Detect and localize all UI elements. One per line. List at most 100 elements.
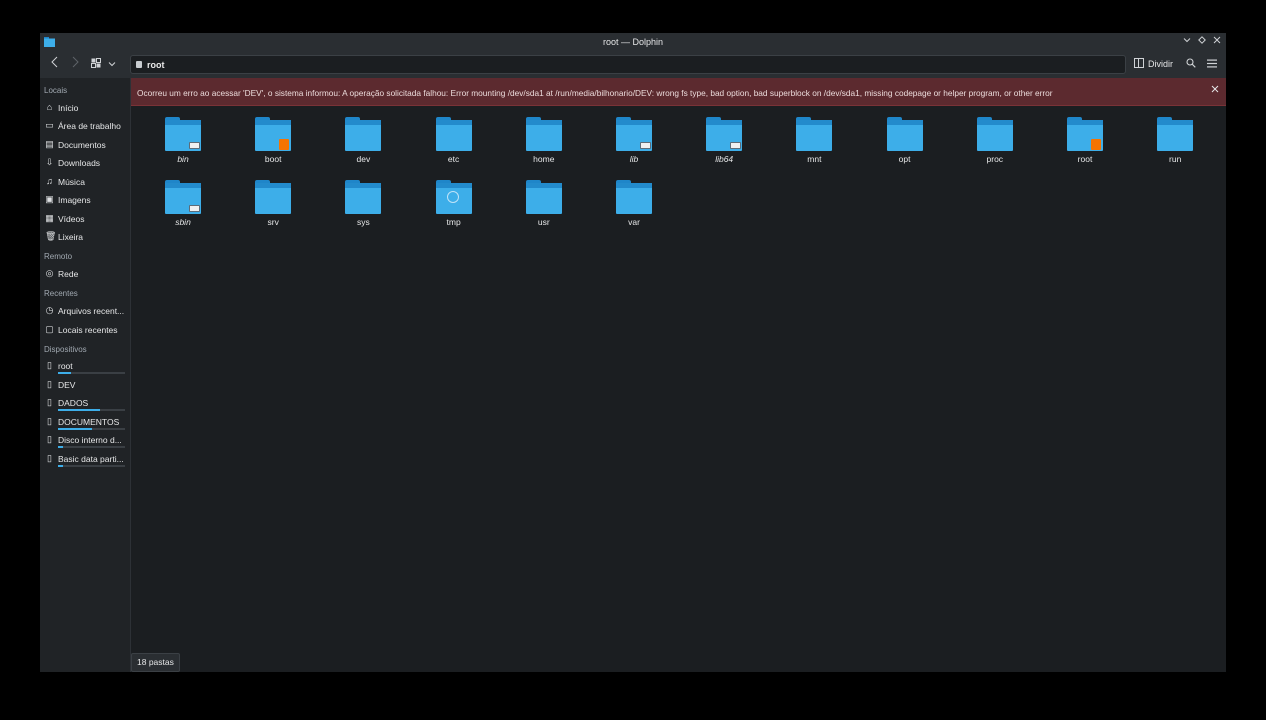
folder-item[interactable]: bin	[143, 117, 223, 173]
folder-name: home	[533, 154, 555, 164]
clock-emblem-icon	[446, 190, 459, 203]
sidebar-item-device-disco-interno[interactable]: ▯ Disco interno d...	[40, 431, 130, 449]
images-icon: ▣	[45, 194, 54, 204]
sidebar-item-label: Arquivos recent...	[58, 306, 125, 316]
sidebar-item-lixeira[interactable]: 🗑 Lixeira	[40, 228, 130, 246]
folder-item[interactable]: var	[594, 179, 674, 236]
sidebar-item-videos[interactable]: ▦ Vídeos	[40, 210, 130, 228]
sidebar-item-device-dados[interactable]: ▯ DADOS	[40, 394, 130, 412]
close-icon	[1213, 36, 1221, 44]
error-close-button[interactable]	[1211, 84, 1219, 96]
folder-name: boot	[264, 154, 282, 164]
folder-item[interactable]: root	[1045, 117, 1125, 173]
folder-name: dev	[356, 154, 371, 164]
capacity-fill	[58, 409, 100, 411]
symlink-emblem-icon	[730, 142, 742, 149]
minimize-button[interactable]	[1181, 36, 1193, 48]
folder-name: opt	[898, 154, 911, 164]
title-bar[interactable]: root — Dolphin	[40, 33, 1226, 51]
sidebar-item-label: Vídeos	[58, 214, 85, 224]
split-view-icon	[1134, 58, 1144, 68]
folder-item[interactable]: srv	[233, 179, 313, 236]
sidebar-item-downloads[interactable]: ⇩ Downloads	[40, 154, 130, 172]
folder-name: sys	[357, 216, 370, 227]
maximize-button[interactable]	[1196, 36, 1208, 48]
folder-item[interactable]: sys	[323, 179, 403, 236]
desktop-icon: ▭	[45, 120, 54, 130]
error-message-banner: Ocorreu um erro ao acessar 'DEV', o sist…	[131, 78, 1226, 106]
split-view-button[interactable]: Dividir	[1134, 56, 1173, 73]
search-icon	[1186, 58, 1196, 68]
folder-icon	[1157, 117, 1194, 151]
recent-files-icon: ◷	[45, 305, 54, 315]
folder-item[interactable]: lib	[594, 117, 674, 173]
hamburger-menu-icon	[1207, 59, 1217, 68]
error-message-text: Ocorreu um erro ao acessar 'DEV', o sist…	[137, 88, 1053, 98]
folder-name: tmp	[446, 216, 461, 227]
sidebar-item-label: Downloads	[58, 158, 101, 168]
close-window-button[interactable]	[1211, 36, 1223, 48]
folder-name: lib	[629, 154, 639, 164]
chevron-left-icon	[51, 56, 58, 68]
main-menu-button[interactable]	[1205, 56, 1219, 73]
sidebar-item-label: DEV	[58, 380, 76, 390]
sidebar-item-area-de-trabalho[interactable]: ▭ Área de trabalho	[40, 117, 130, 135]
folder-icon	[796, 117, 833, 151]
sidebar-item-device-dev[interactable]: ▯ DEV	[40, 376, 130, 394]
sidebar-item-documentos[interactable]: ▤ Documentos	[40, 136, 130, 154]
folder-item[interactable]: home	[504, 117, 584, 173]
section-locais: Locais	[44, 86, 68, 95]
folder-item[interactable]: dev	[323, 117, 403, 173]
sidebar-item-imagens[interactable]: ▣ Imagens	[40, 191, 130, 209]
drive-icon: ▯	[47, 434, 52, 444]
folder-name: srv	[267, 216, 279, 227]
sidebar-item-locais-recentes[interactable]: ▢ Locais recentes	[40, 321, 130, 339]
recent-locations-icon: ▢	[45, 324, 54, 334]
sidebar-item-musica[interactable]: ♫ Música	[40, 173, 130, 191]
sidebar-item-device-documentos[interactable]: ▯ DOCUMENTOS	[40, 413, 130, 431]
sidebar-item-label: DADOS	[58, 398, 89, 408]
folder-icon	[525, 179, 562, 214]
folder-item[interactable]: usr	[504, 179, 584, 236]
places-panel: Locais Remoto Recentes Dispositivos ⌂ In…	[40, 78, 130, 672]
folder-item[interactable]: etc	[414, 117, 494, 173]
folder-name: run	[1169, 154, 1182, 164]
capacity-bar	[58, 428, 125, 430]
folder-name: var	[628, 216, 640, 227]
forward-button[interactable]	[68, 56, 82, 73]
folder-icon	[525, 117, 562, 151]
view-mode-menu-button[interactable]	[107, 56, 117, 73]
capacity-bar	[58, 372, 125, 374]
dolphin-window: root — Dolphin root Dividir Locais Remot…	[40, 33, 1226, 672]
folder-icon	[976, 117, 1013, 151]
drive-icon: ▯	[47, 453, 52, 463]
folder-item[interactable]: lib64	[684, 117, 764, 173]
back-button[interactable]	[48, 56, 62, 73]
folder-item[interactable]: tmp	[414, 179, 494, 236]
folder-name: proc	[986, 154, 1004, 164]
sidebar-item-arquivos-recentes[interactable]: ◷ Arquivos recent...	[40, 302, 130, 320]
home-icon: ⌂	[46, 102, 53, 112]
sidebar-item-device-root[interactable]: ▯ root	[40, 357, 130, 375]
search-button[interactable]	[1184, 56, 1198, 73]
downloads-icon: ⇩	[45, 157, 54, 167]
folder-item[interactable]: mnt	[774, 117, 854, 173]
folder-item[interactable]: sbin	[143, 179, 223, 236]
sidebar-item-device-basic-data[interactable]: ▯ Basic data parti...	[40, 450, 130, 468]
sidebar-item-rede[interactable]: ◎ Rede	[40, 265, 130, 283]
folder-icon	[345, 117, 382, 151]
location-bar[interactable]: root	[130, 55, 1126, 74]
folder-item[interactable]: proc	[955, 117, 1035, 173]
capacity-bar	[58, 465, 125, 467]
folder-item[interactable]: opt	[865, 117, 945, 173]
lock-emblem-icon	[1091, 139, 1101, 150]
sidebar-item-inicio[interactable]: ⌂ Início	[40, 99, 130, 117]
videos-icon: ▦	[45, 213, 54, 223]
view-mode-button[interactable]	[90, 56, 102, 73]
folder-item[interactable]: boot	[233, 117, 313, 173]
folder-item[interactable]: run	[1135, 117, 1215, 173]
location-breadcrumb-root[interactable]: root	[147, 60, 165, 70]
folder-name: root	[1077, 154, 1093, 164]
network-icon: ◎	[45, 268, 54, 278]
drive-error-icon: ▯	[47, 379, 52, 389]
